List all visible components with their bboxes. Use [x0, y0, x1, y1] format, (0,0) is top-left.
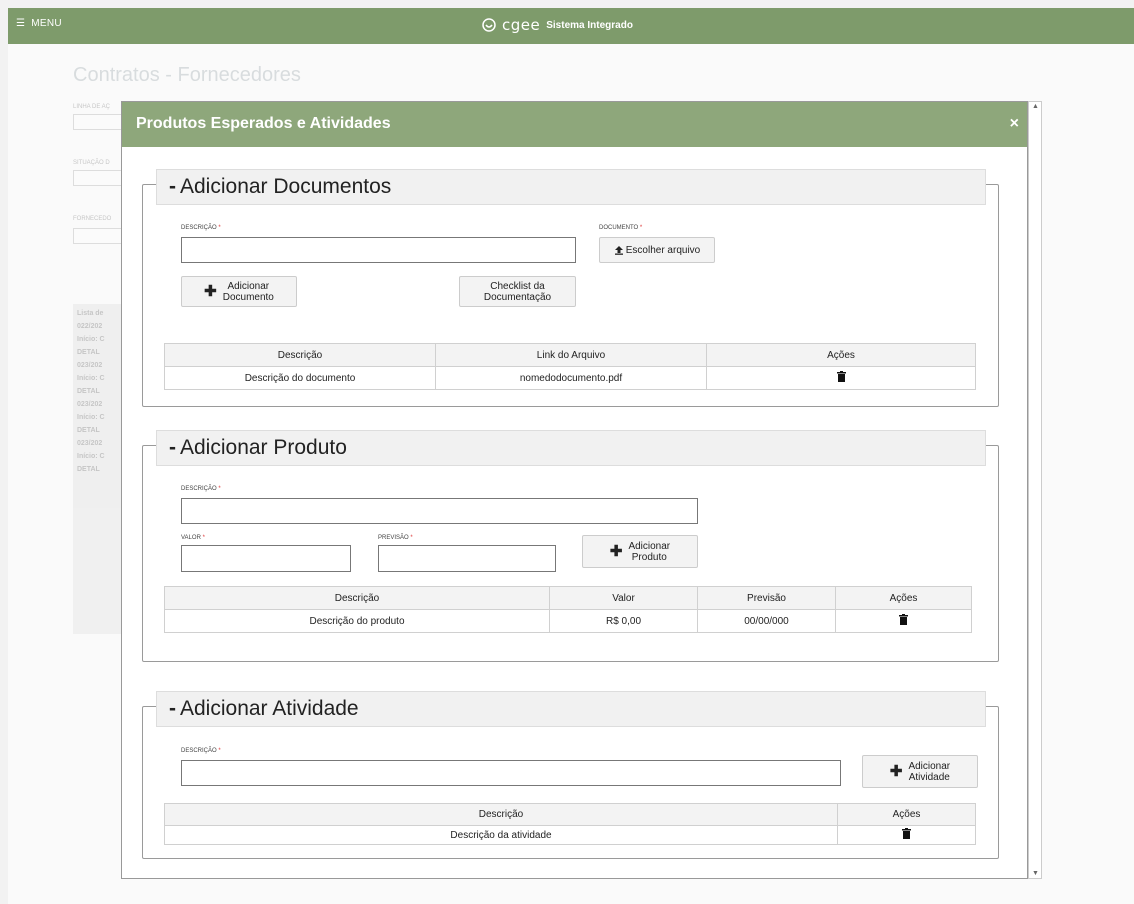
brand-system-name: Sistema Integrado — [546, 19, 633, 31]
top-bar: ☰ MENU cgee Sistema Integrado — [8, 8, 1134, 44]
modal-header: Produtos Esperados e Atividades × — [122, 102, 1027, 147]
documents-legend: Adicionar Documentos — [180, 175, 392, 198]
brand-logo: cgee — [502, 16, 541, 34]
documents-legend-toggle[interactable]: - Adicionar Documentos — [156, 169, 986, 205]
product-value-input[interactable] — [181, 545, 351, 572]
brand: cgee Sistema Integrado — [482, 16, 633, 34]
add-activity-button[interactable]: ✚ Adicionar Atividade — [862, 755, 978, 788]
document-label: DOCUMENTO * — [599, 225, 643, 231]
plus-icon: ✚ — [609, 543, 623, 560]
products-table: Descrição Valor Previsão Ações Descrição… — [164, 586, 972, 633]
close-icon[interactable]: × — [1010, 115, 1019, 133]
table-header: Link do Arquivo — [435, 343, 707, 367]
table-row: Descrição do produto R$ 0,00 00/00/000 — [164, 609, 972, 633]
menu-label: MENU — [31, 18, 62, 29]
table-header: Ações — [835, 586, 972, 610]
activity-legend: Adicionar Atividade — [180, 697, 359, 720]
filter-label: LINHA DE AÇ — [73, 104, 111, 110]
modal-scrollbar[interactable]: ▲ ▼ — [1028, 101, 1042, 879]
table-cell[interactable]: nomedodocumento.pdf — [435, 366, 707, 390]
add-product-button[interactable]: ✚ Adicionar Produto — [582, 535, 698, 568]
trash-icon[interactable] — [899, 614, 908, 628]
filter-input[interactable] — [73, 114, 128, 130]
table-header: Ações — [837, 803, 976, 826]
choose-file-button[interactable]: Escolher arquivo — [599, 237, 715, 263]
table-cell: 00/00/000 — [697, 609, 836, 633]
documents-table: Descrição Link do Arquivo Ações Descriçã… — [164, 343, 976, 390]
scroll-up-icon[interactable]: ▲ — [1032, 103, 1039, 110]
table-header: Descrição — [164, 343, 436, 367]
add-document-button[interactable]: ✚ Adicionar Documento — [181, 276, 297, 307]
documentation-checklist-button[interactable]: Checklist da Documentação — [459, 276, 576, 307]
table-header: Valor — [549, 586, 698, 610]
collapse-icon: - — [169, 697, 176, 720]
table-cell — [837, 825, 976, 845]
forecast-label: PREVISÃO * — [378, 535, 413, 541]
table-header: Previsão — [697, 586, 836, 610]
table-cell: Descrição do produto — [164, 609, 550, 633]
product-description-input[interactable] — [181, 498, 698, 524]
product-legend-toggle[interactable]: - Adicionar Produto — [156, 430, 986, 466]
trash-icon[interactable] — [836, 371, 846, 385]
description-label: DESCRIÇÃO * — [181, 748, 221, 754]
description-label: DESCRIÇÃO * — [181, 486, 221, 492]
collapse-icon: - — [169, 436, 176, 459]
filter-label: FORNECEDO — [73, 216, 112, 222]
product-legend: Adicionar Produto — [180, 436, 347, 459]
product-forecast-input[interactable] — [378, 545, 556, 572]
filter-label: SITUAÇÃO D — [73, 160, 110, 166]
products-activities-modal: Produtos Esperados e Atividades × - Adic… — [121, 101, 1028, 879]
scroll-down-icon[interactable]: ▼ — [1032, 870, 1039, 877]
modal-title: Produtos Esperados e Atividades — [136, 115, 391, 132]
value-label: VALOR * — [181, 535, 205, 541]
document-description-input[interactable] — [181, 237, 576, 263]
cgee-logo-icon — [482, 18, 496, 32]
table-header: Descrição — [164, 586, 550, 610]
product-section: - Adicionar Produto DESCRIÇÃO * VALOR * … — [142, 430, 999, 662]
plus-icon: ✚ — [889, 763, 903, 780]
filter-input[interactable] — [73, 228, 128, 244]
activity-description-input[interactable] — [181, 760, 841, 786]
table-cell: Descrição da atividade — [164, 825, 838, 845]
activities-table: Descrição Ações Descrição da atividade — [164, 803, 976, 845]
table-header: Ações — [706, 343, 976, 367]
trash-icon[interactable] — [902, 828, 911, 842]
collapse-icon: - — [169, 175, 176, 198]
activity-legend-toggle[interactable]: - Adicionar Atividade — [156, 691, 986, 727]
table-header: Descrição — [164, 803, 838, 826]
upload-icon — [614, 246, 623, 255]
app-frame: ☰ MENU cgee Sistema Integrado Contratos … — [8, 8, 1134, 904]
filter-input[interactable] — [73, 170, 128, 186]
activity-section: - Adicionar Atividade DESCRIÇÃO * ✚ Adic… — [142, 691, 999, 859]
table-row: Descrição da atividade — [164, 825, 976, 845]
page-title: Contratos - Fornecedores — [73, 64, 301, 86]
plus-icon: ✚ — [204, 283, 217, 300]
description-label: DESCRIÇÃO * — [181, 225, 221, 231]
table-row: Descrição do documento nomedodocumento.p… — [164, 366, 976, 390]
table-cell: Descrição do documento — [164, 366, 436, 390]
table-cell: R$ 0,00 — [549, 609, 698, 633]
hamburger-icon: ☰ — [16, 18, 26, 29]
documents-section: - Adicionar Documentos DESCRIÇÃO * DOCUM… — [142, 169, 999, 407]
menu-button[interactable]: ☰ MENU — [16, 18, 62, 29]
table-cell — [835, 609, 972, 633]
table-cell — [706, 366, 976, 390]
